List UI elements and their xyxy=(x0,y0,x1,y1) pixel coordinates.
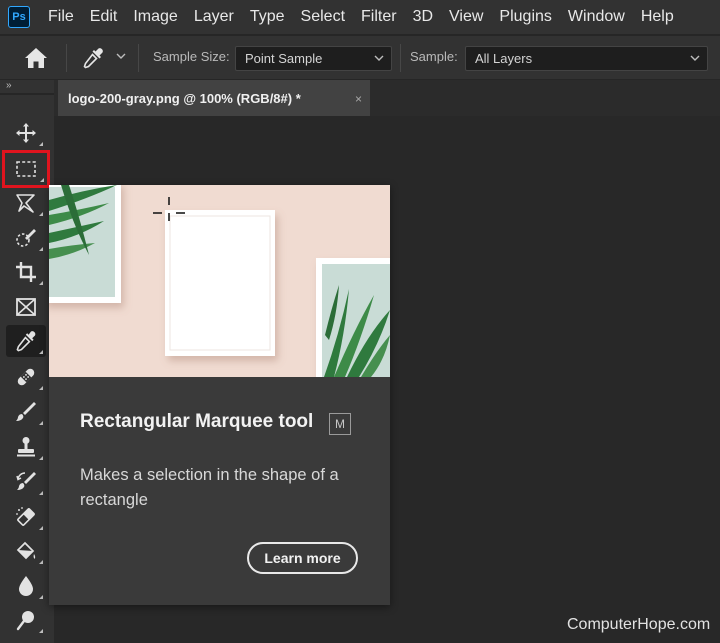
menu-view[interactable]: View xyxy=(441,0,491,34)
dodge-icon xyxy=(16,611,34,631)
home-icon xyxy=(25,48,47,68)
home-button[interactable] xyxy=(22,46,50,70)
close-icon[interactable]: × xyxy=(355,92,362,106)
menu-bar: Ps File Edit Image Layer Type Select Fil… xyxy=(0,0,720,34)
eyedropper-icon xyxy=(16,331,36,352)
tooltip-preview-image xyxy=(49,185,390,377)
bucket-icon xyxy=(16,541,36,560)
marquee-icon xyxy=(16,161,36,177)
tools-panel xyxy=(0,95,54,643)
brush-icon xyxy=(16,402,36,421)
history-brush-icon xyxy=(16,472,36,490)
sample-size-label: Sample Size: xyxy=(153,49,230,64)
document-tab-bar: logo-200-gray.png @ 100% (RGB/8#) * × xyxy=(54,80,720,116)
menu-layer[interactable]: Layer xyxy=(186,0,242,34)
sample-size-value: Point Sample xyxy=(245,51,323,66)
flyout-indicator xyxy=(39,281,43,285)
shortcut-key-badge: M xyxy=(329,413,351,435)
chevron-down-icon xyxy=(690,55,700,61)
flyout-indicator xyxy=(39,350,43,354)
eyedropper-icon xyxy=(83,48,103,69)
flyout-indicator xyxy=(39,386,43,390)
photoshop-window: Ps File Edit Image Layer Type Select Fil… xyxy=(0,0,720,643)
lasso-icon xyxy=(16,194,35,213)
double-chevron-icon: » xyxy=(6,80,12,91)
eraser-tool[interactable] xyxy=(6,501,46,533)
history-brush-tool[interactable] xyxy=(6,466,46,498)
menu-image[interactable]: Image xyxy=(125,0,185,34)
document-tab-title: logo-200-gray.png @ 100% (RGB/8#) * xyxy=(68,90,301,106)
menu-help[interactable]: Help xyxy=(633,0,682,34)
menu-type[interactable]: Type xyxy=(242,0,293,34)
flyout-indicator xyxy=(39,421,43,425)
quick-selection-icon xyxy=(16,229,36,247)
bandage-icon xyxy=(17,368,35,386)
frame-tool[interactable] xyxy=(6,291,46,323)
sample-dropdown[interactable]: All Layers xyxy=(465,46,708,71)
sample-label: Sample: xyxy=(410,49,458,64)
flyout-indicator xyxy=(39,212,43,216)
chevron-down-icon xyxy=(374,55,384,61)
menu-window[interactable]: Window xyxy=(560,0,633,34)
lasso-tool[interactable] xyxy=(6,187,46,219)
flyout-indicator xyxy=(39,491,43,495)
crop-icon xyxy=(16,262,36,282)
sample-size-dropdown[interactable]: Point Sample xyxy=(235,46,392,71)
flyout-indicator xyxy=(39,456,43,460)
flyout-indicator xyxy=(39,629,43,633)
quick-selection-tool[interactable] xyxy=(6,222,46,254)
clone-stamp-tool[interactable] xyxy=(6,431,46,463)
flyout-indicator xyxy=(39,526,43,530)
crop-tool[interactable] xyxy=(6,256,46,288)
rich-tooltip: Rectangular Marquee tool M Makes a selec… xyxy=(49,185,390,605)
eraser-icon xyxy=(16,507,35,526)
healing-brush-tool[interactable] xyxy=(6,361,46,393)
tooltip-description: Makes a selection in the shape of a rect… xyxy=(80,466,339,509)
marquee-demo-illustration xyxy=(49,185,390,377)
flyout-indicator xyxy=(39,247,43,251)
menu-select[interactable]: Select xyxy=(293,0,353,34)
options-divider xyxy=(400,44,401,72)
frame-icon xyxy=(16,298,36,316)
flyout-indicator xyxy=(39,560,43,564)
options-bar: Sample Size: Point Sample Sample: All La… xyxy=(0,35,720,79)
rectangular-marquee-tool[interactable] xyxy=(2,150,50,188)
options-divider xyxy=(66,44,67,72)
menu-3d[interactable]: 3D xyxy=(405,0,441,34)
chevron-down-icon[interactable] xyxy=(114,49,128,63)
flyout-indicator xyxy=(40,178,44,182)
move-tool[interactable] xyxy=(6,117,46,149)
options-divider xyxy=(138,44,139,72)
menu-edit[interactable]: Edit xyxy=(82,0,126,34)
tool-preset-picker[interactable] xyxy=(80,45,106,71)
drop-icon xyxy=(19,576,33,596)
dodge-tool[interactable] xyxy=(6,604,46,636)
photoshop-logo-icon[interactable]: Ps xyxy=(8,6,30,28)
document-tab[interactable]: logo-200-gray.png @ 100% (RGB/8#) * × xyxy=(58,80,370,116)
flyout-indicator xyxy=(39,142,43,146)
move-icon xyxy=(16,123,36,143)
learn-more-button[interactable]: Learn more xyxy=(247,542,358,574)
tooltip-title: Rectangular Marquee tool xyxy=(80,411,314,432)
eyedropper-tool[interactable] xyxy=(6,325,46,357)
stamp-icon xyxy=(17,437,35,457)
toolbar-collapse-button[interactable]: » xyxy=(0,80,54,94)
brush-tool[interactable] xyxy=(6,396,46,428)
menu-filter[interactable]: Filter xyxy=(353,0,405,34)
flyout-indicator xyxy=(39,595,43,599)
menu-plugins[interactable]: Plugins xyxy=(491,0,559,34)
watermark: ComputerHope.com xyxy=(567,616,711,633)
menu-file[interactable]: File xyxy=(40,0,82,34)
paint-bucket-tool[interactable] xyxy=(6,535,46,567)
sample-value: All Layers xyxy=(475,51,533,66)
blur-tool[interactable] xyxy=(6,570,46,602)
